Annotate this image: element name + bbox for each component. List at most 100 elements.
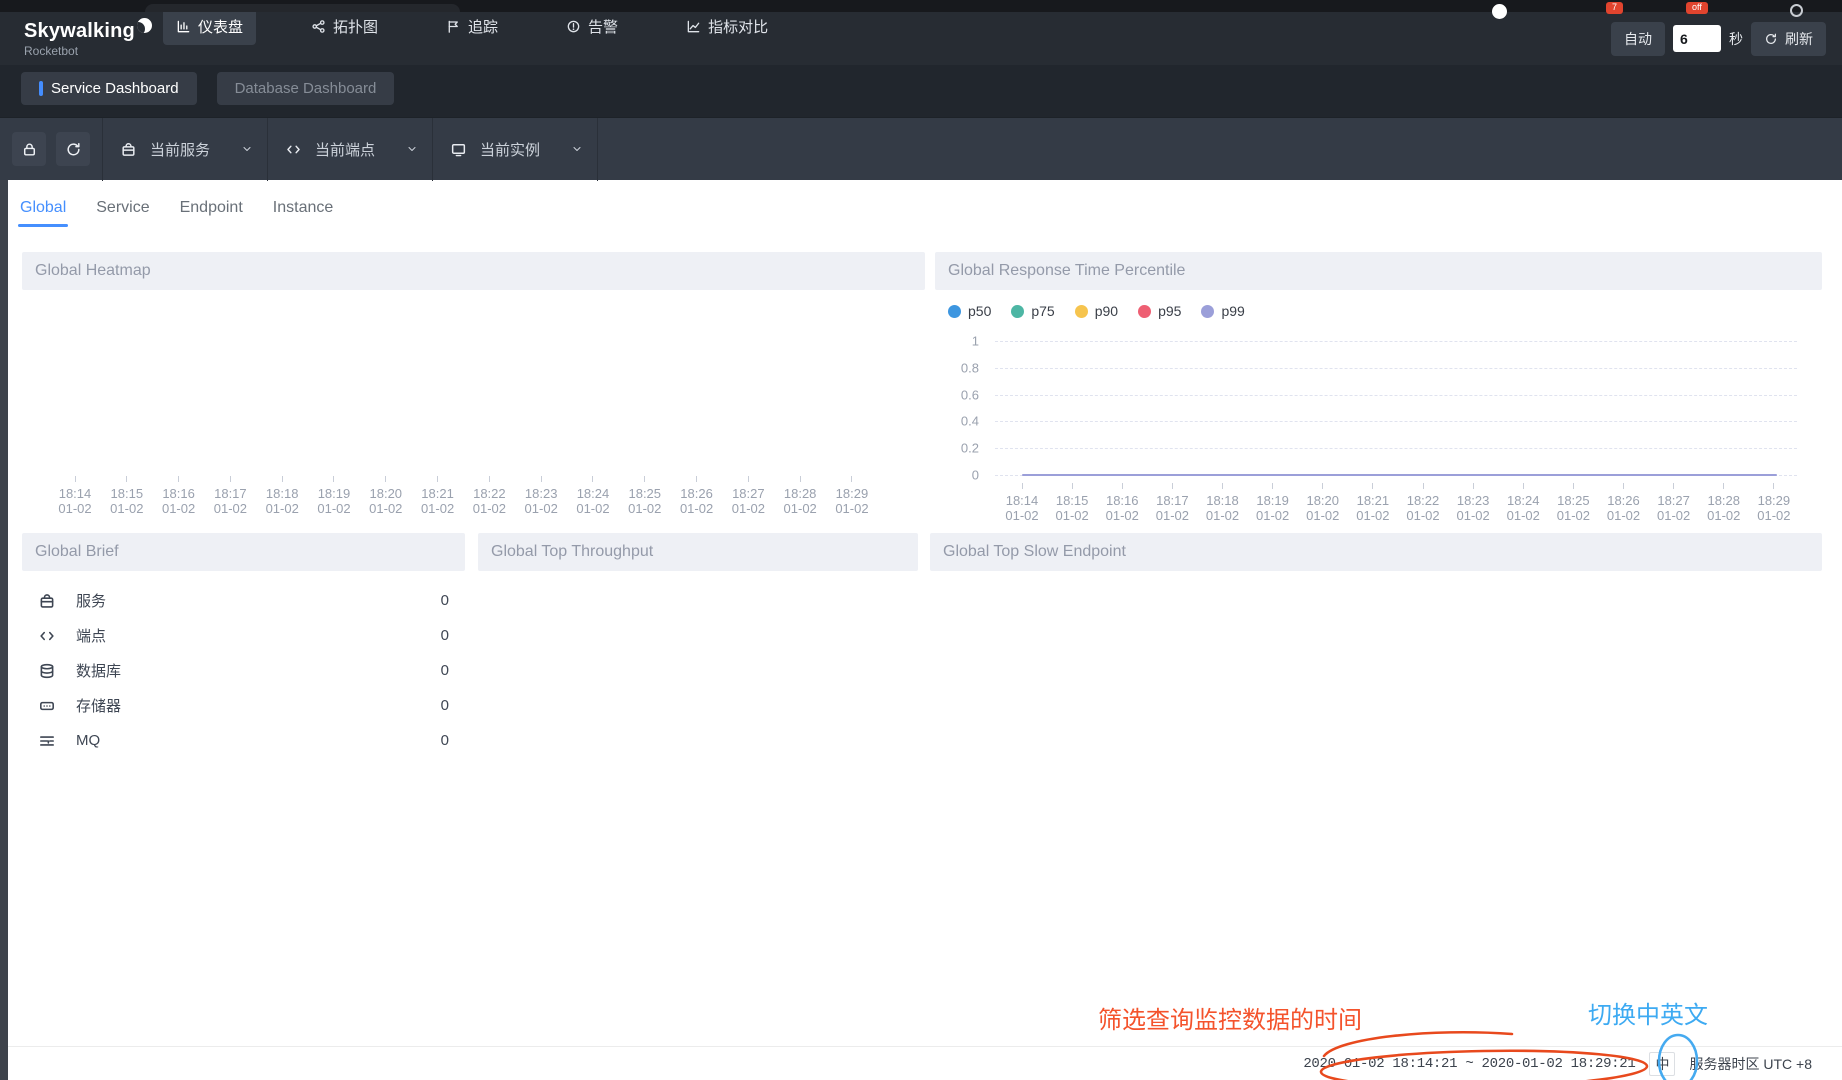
dashboard-tab[interactable]: Database Dashboard — [217, 72, 395, 105]
toolbar-select[interactable]: 当前端点 — [268, 118, 432, 181]
axis-tick — [1222, 483, 1223, 489]
axis-tick — [333, 476, 334, 482]
x-axis-label: 18:24 01-02 — [570, 476, 616, 516]
refresh-icon — [1764, 32, 1778, 46]
crescent-moon-icon — [137, 18, 152, 33]
x-axis-label: 18:14 01-02 — [999, 483, 1045, 523]
brief-label: 端点 — [76, 625, 106, 646]
dashboard-tab-label: Database Dashboard — [235, 80, 377, 97]
legend-item[interactable]: p99 — [1201, 303, 1244, 319]
browser-extension-icon[interactable] — [1790, 4, 1803, 17]
skywalking-dashboard-page: 7 off Skywalking Rocketbot 仪表盘 拓扑图 — [0, 0, 1842, 1080]
brief-label: 存储器 — [76, 695, 121, 716]
legend-dot — [948, 305, 961, 318]
endpoint-code-icon — [38, 627, 56, 645]
chevron-down-icon — [571, 143, 583, 155]
mq-icon — [38, 732, 56, 750]
x-axis-label: 18:29 01-02 — [829, 476, 875, 516]
axis-tick — [489, 476, 490, 482]
gridline — [995, 341, 1797, 342]
gridline — [995, 448, 1797, 449]
toolbar-divider — [597, 118, 598, 181]
axis-tick — [1623, 483, 1624, 489]
active-indicator — [39, 81, 43, 96]
view-tab[interactable]: Instance — [271, 193, 335, 227]
axis-tick — [1573, 483, 1574, 489]
browser-extension-badge[interactable]: 7 — [1606, 2, 1623, 14]
legend-item[interactable]: p95 — [1138, 303, 1181, 319]
browser-chrome-strip: 7 off — [0, 0, 1842, 12]
y-axis-label: 0.6 — [961, 387, 979, 402]
select-placeholder: 当前实例 — [480, 139, 540, 160]
reload-scope-button[interactable] — [56, 132, 90, 166]
axis-tick — [1022, 483, 1023, 489]
panel-title: Global Top Slow Endpoint — [930, 533, 1822, 571]
heatmap-x-axis: 18:14 01-02 18:15 01-02 18:16 01-02 — [52, 476, 875, 516]
brief-value: 0 — [441, 627, 449, 644]
x-axis-label: 18:26 01-02 — [674, 476, 720, 516]
nav-menu-label: 追踪 — [468, 16, 498, 37]
panel-title: Global Top Throughput — [478, 533, 918, 571]
nav-menu-item[interactable]: 拓扑图 — [298, 8, 391, 45]
axis-tick — [592, 476, 593, 482]
nav-menu-item[interactable]: 告警 — [553, 8, 631, 45]
x-axis-label: 18:22 01-02 — [1400, 483, 1446, 523]
gridline — [995, 395, 1797, 396]
x-axis-label: 18:25 01-02 — [622, 476, 668, 516]
refresh-button[interactable]: 刷新 — [1751, 22, 1826, 56]
skywalking-logo[interactable]: Skywalking Rocketbot — [24, 20, 152, 58]
series-line-p99 — [1022, 474, 1777, 476]
dashboard-tab-bar: Service Dashboard Database Dashboard — [0, 65, 1842, 117]
language-toggle-button[interactable]: 中 — [1649, 1052, 1675, 1076]
view-tab[interactable]: Global — [18, 193, 68, 227]
instance-monitor-icon — [450, 141, 467, 158]
annotation-time-note: 筛选查询监控数据的时间 — [1098, 1000, 1362, 1035]
toolbar-select[interactable]: 当前服务 — [103, 118, 267, 181]
x-axis-label: 18:24 01-02 — [1500, 483, 1546, 523]
legend-item[interactable]: p90 — [1075, 303, 1118, 319]
toolbar-select[interactable]: 当前实例 — [433, 118, 597, 181]
axis-tick — [1372, 483, 1373, 489]
legend-dot — [1011, 305, 1024, 318]
legend-label: p95 — [1158, 303, 1181, 319]
lock-button[interactable] — [12, 132, 46, 166]
x-axis-label: 18:26 01-02 — [1601, 483, 1647, 523]
x-axis-label: 18:23 01-02 — [1450, 483, 1496, 523]
panel-title: Global Heatmap — [22, 252, 925, 290]
legend-label: p75 — [1031, 303, 1054, 319]
legend-item[interactable]: p50 — [948, 303, 991, 319]
x-axis-label: 18:16 01-02 — [1099, 483, 1145, 523]
nav-menu-item[interactable]: 指标对比 — [673, 8, 781, 45]
x-axis-label: 18:18 01-02 — [1200, 483, 1246, 523]
heatmap-panel: Global Heatmap 18:14 01-02 18:15 01-02 1… — [22, 252, 925, 516]
nav-menu-item[interactable]: 仪表盘 — [163, 8, 256, 45]
brief-row: 数据库 0 — [22, 653, 465, 688]
refresh-interval-input[interactable] — [1673, 25, 1721, 52]
dashboard-tab[interactable]: Service Dashboard — [21, 72, 197, 105]
brief-value: 0 — [441, 662, 449, 679]
x-axis-label: 18:17 01-02 — [207, 476, 253, 516]
percentile-x-axis: 18:14 01-02 18:15 01-02 18:16 01-02 — [999, 483, 1797, 523]
legend-dot — [1075, 305, 1088, 318]
axis-tick — [1122, 483, 1123, 489]
axis-tick — [126, 476, 127, 482]
x-axis-label: 18:15 01-02 — [104, 476, 150, 516]
view-tab[interactable]: Endpoint — [178, 193, 245, 227]
view-tab[interactable]: Service — [94, 193, 151, 227]
axis-tick — [385, 476, 386, 482]
auto-refresh-button[interactable]: 自动 — [1611, 22, 1665, 56]
select-placeholder: 当前服务 — [150, 139, 210, 160]
time-range-picker[interactable]: 2020-01-02 18:14:21 ~ 2020-01-02 18:29:2… — [1303, 1056, 1635, 1072]
browser-tab[interactable] — [145, 4, 460, 12]
legend-dot — [1201, 305, 1214, 318]
x-axis-label: 18:21 01-02 — [1350, 483, 1396, 523]
nav-menu-item[interactable]: 追踪 — [433, 8, 511, 45]
browser-extension-badge[interactable]: off — [1686, 2, 1708, 14]
nav-menu-label: 仪表盘 — [198, 16, 243, 37]
axis-tick — [1723, 483, 1724, 489]
y-axis-label: 0 — [972, 468, 979, 483]
storage-icon — [38, 697, 56, 715]
x-axis-label: 18:23 01-02 — [518, 476, 564, 516]
legend-item[interactable]: p75 — [1011, 303, 1054, 319]
browser-avatar-icon[interactable] — [1492, 4, 1507, 19]
